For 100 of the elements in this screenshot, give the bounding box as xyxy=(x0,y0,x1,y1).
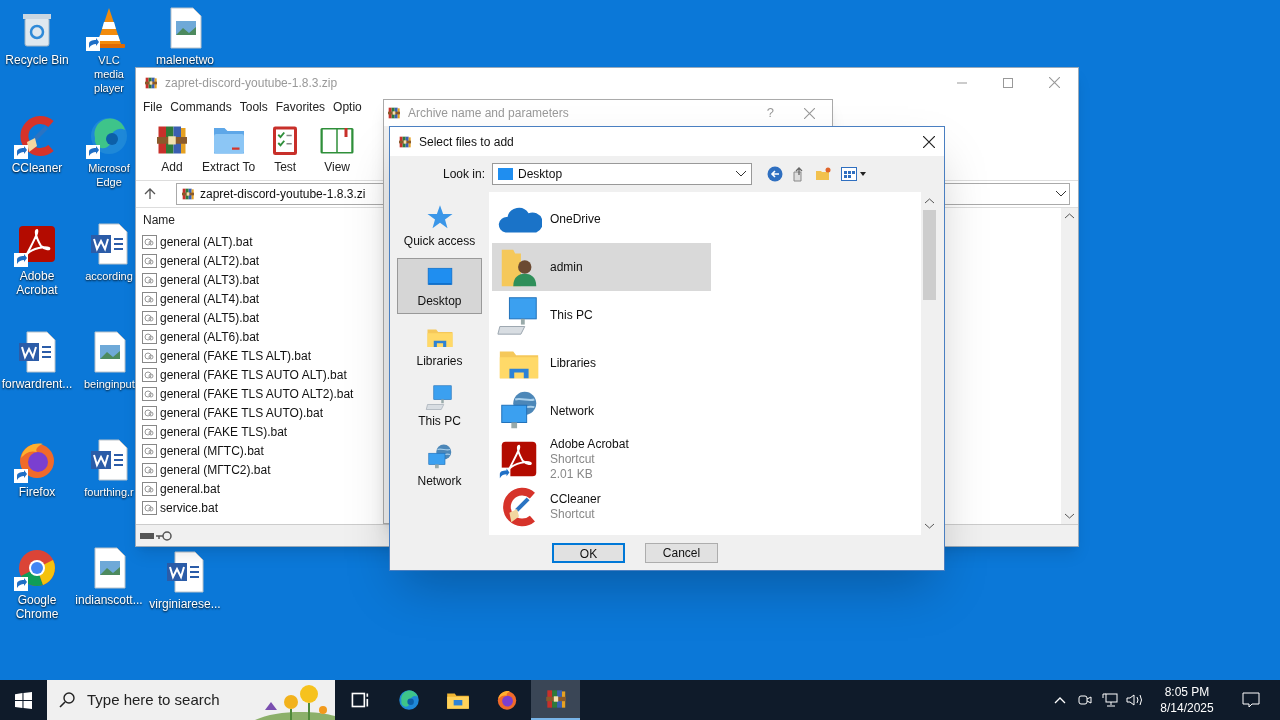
camera-icon[interactable] xyxy=(1078,693,1092,707)
file-name[interactable]: general.bat xyxy=(160,479,221,498)
item-detail: Shortcut xyxy=(550,507,596,522)
view-menu-icon[interactable] xyxy=(841,167,868,181)
batch-file-icon xyxy=(142,234,157,249)
file-list-item[interactable]: OneDrive xyxy=(492,195,711,243)
clock-date[interactable]: 8/14/2025 xyxy=(1160,700,1214,716)
look-in-dropdown[interactable]: Desktop xyxy=(492,163,753,185)
desktop-icon-label[interactable]: Google Chrome xyxy=(0,593,74,621)
desktop-icon-label[interactable]: malenetwo xyxy=(156,53,214,67)
file-list-item[interactable]: admin xyxy=(492,243,711,291)
menu-item[interactable]: Tools xyxy=(235,98,272,116)
batch-file-icon xyxy=(142,424,157,439)
item-detail: Shortcut xyxy=(550,451,596,467)
clock-time[interactable]: 8:05 PM xyxy=(1164,684,1210,700)
toolbar-button[interactable]: Extract To xyxy=(202,122,256,176)
volume-icon[interactable] xyxy=(1126,693,1144,707)
close-icon[interactable] xyxy=(923,135,935,148)
toolbar-button[interactable]: View xyxy=(315,122,360,176)
file-name[interactable]: service.bat xyxy=(160,498,219,517)
dialog-button[interactable]: OK xyxy=(552,543,625,563)
file-list-item[interactable]: CCleaner Shortcut xyxy=(492,483,711,531)
file-name[interactable]: general (ALT6).bat xyxy=(160,327,260,346)
file-list-item[interactable]: Adobe Acrobat Shortcut 2.01 KB xyxy=(492,435,711,483)
monitor-icon xyxy=(498,168,514,180)
maximize-icon[interactable] xyxy=(1003,77,1013,88)
file-list-item[interactable]: This PC xyxy=(492,291,711,339)
desktop-icon-label[interactable]: forwardrent... xyxy=(1,377,73,391)
places-item[interactable]: Desktop xyxy=(397,258,482,314)
file-name[interactable]: general (МГТС).bat xyxy=(160,441,264,460)
desktop-icon-label[interactable]: VLC media player xyxy=(84,53,134,95)
back-icon[interactable] xyxy=(767,166,784,182)
dialog-button[interactable]: Cancel xyxy=(645,543,718,563)
look-in-label: Look in: xyxy=(443,166,486,183)
places-item[interactable]: Libraries xyxy=(397,318,482,374)
desktop-icon-label[interactable]: virginiarese... xyxy=(149,597,221,611)
dropdown-chevron-icon[interactable] xyxy=(1056,191,1066,197)
scroll-down-icon[interactable] xyxy=(1065,513,1074,519)
file-name[interactable]: general (ALT).bat xyxy=(160,232,253,251)
batch-file-icon xyxy=(142,481,157,496)
desktop-icon-label[interactable]: Firefox xyxy=(18,485,56,499)
file-name[interactable]: general (ALT2).bat xyxy=(160,251,260,270)
desktop-icon-label[interactable]: beinginput xyxy=(84,377,134,391)
batch-file-icon xyxy=(142,329,157,344)
notification-icon[interactable] xyxy=(1242,692,1260,708)
desktop-icon-label[interactable]: Recycle Bin xyxy=(5,53,69,67)
desktop-icon-label[interactable]: according xyxy=(85,269,133,283)
start-icon[interactable] xyxy=(15,691,32,709)
places-item[interactable]: This PC xyxy=(397,378,482,434)
places-item[interactable]: Quick access xyxy=(397,198,482,254)
column-header[interactable]: Name xyxy=(143,211,175,229)
desktop-icon-label[interactable]: Adobe Acrobat xyxy=(0,269,74,297)
menu-item[interactable]: File xyxy=(139,98,167,116)
file-name[interactable]: general (FAKE TLS AUTO ALT).bat xyxy=(160,365,347,384)
desktop-icon-label[interactable]: indianscott... xyxy=(75,593,143,607)
scroll-up-icon[interactable] xyxy=(925,198,934,204)
search-box[interactable]: Type here to search xyxy=(47,680,335,720)
batch-file-icon xyxy=(142,443,157,458)
new-folder-icon[interactable] xyxy=(815,166,832,182)
chevron-up-icon[interactable] xyxy=(1054,696,1066,704)
places-item[interactable]: Network xyxy=(397,438,482,494)
file-name[interactable]: general (ALT4).bat xyxy=(160,289,260,308)
batch-file-icon xyxy=(142,462,157,477)
menu-item[interactable]: Commands xyxy=(166,98,236,116)
scroll-up-icon[interactable] xyxy=(1065,213,1074,219)
file-name[interactable]: general (FAKE TLS AUTO).bat xyxy=(160,403,323,422)
desktop-icon-label[interactable]: CCleaner xyxy=(11,161,63,175)
batch-file-icon xyxy=(142,367,157,382)
file-name[interactable]: general (FAKE TLS AUTO ALT2).bat xyxy=(160,384,354,403)
file-name[interactable]: general (МГТС2).bat xyxy=(160,460,271,479)
item-name: CCleaner xyxy=(550,492,601,507)
drive-icon xyxy=(140,531,154,540)
menu-item[interactable]: Favorites xyxy=(271,98,330,116)
file-list-item[interactable]: Libraries xyxy=(492,339,711,387)
file-name[interactable]: general (ALT3).bat xyxy=(160,270,260,289)
file-name[interactable]: general (FAKE TLS ALT).bat xyxy=(160,346,311,365)
file-name[interactable]: general (FAKE TLS).bat xyxy=(160,422,288,441)
batch-file-icon xyxy=(142,500,157,515)
file-list-item[interactable]: Network xyxy=(492,387,711,435)
scrollbar-thumb[interactable] xyxy=(923,210,936,300)
item-name: Network xyxy=(550,403,594,419)
up-arrow-icon[interactable] xyxy=(144,188,156,200)
scrollbar[interactable] xyxy=(1061,208,1078,524)
file-name[interactable]: general (ALT5).bat xyxy=(160,308,260,327)
batch-file-icon xyxy=(142,386,157,401)
item-name: OneDrive xyxy=(550,211,601,227)
item-detail: 2.01 KB xyxy=(550,466,594,482)
desktop-icon-label[interactable]: Microsof Edge xyxy=(84,161,134,189)
batch-file-icon xyxy=(142,272,157,287)
toolbar-button[interactable]: Add xyxy=(150,122,194,176)
item-name: Libraries xyxy=(550,355,597,371)
network-icon[interactable] xyxy=(1102,693,1118,707)
item-name: Adobe Acrobat xyxy=(550,436,629,452)
menu-item[interactable]: Optio xyxy=(329,98,366,116)
scroll-down-icon[interactable] xyxy=(925,523,934,529)
batch-file-icon xyxy=(142,310,157,325)
desktop-icon-label[interactable]: fourthing.r xyxy=(84,485,134,499)
toolbar-button[interactable]: Test xyxy=(263,122,308,176)
batch-file-icon xyxy=(142,253,157,268)
window-title: zapret-discord-youtube-1.8.3.zip xyxy=(165,74,338,92)
